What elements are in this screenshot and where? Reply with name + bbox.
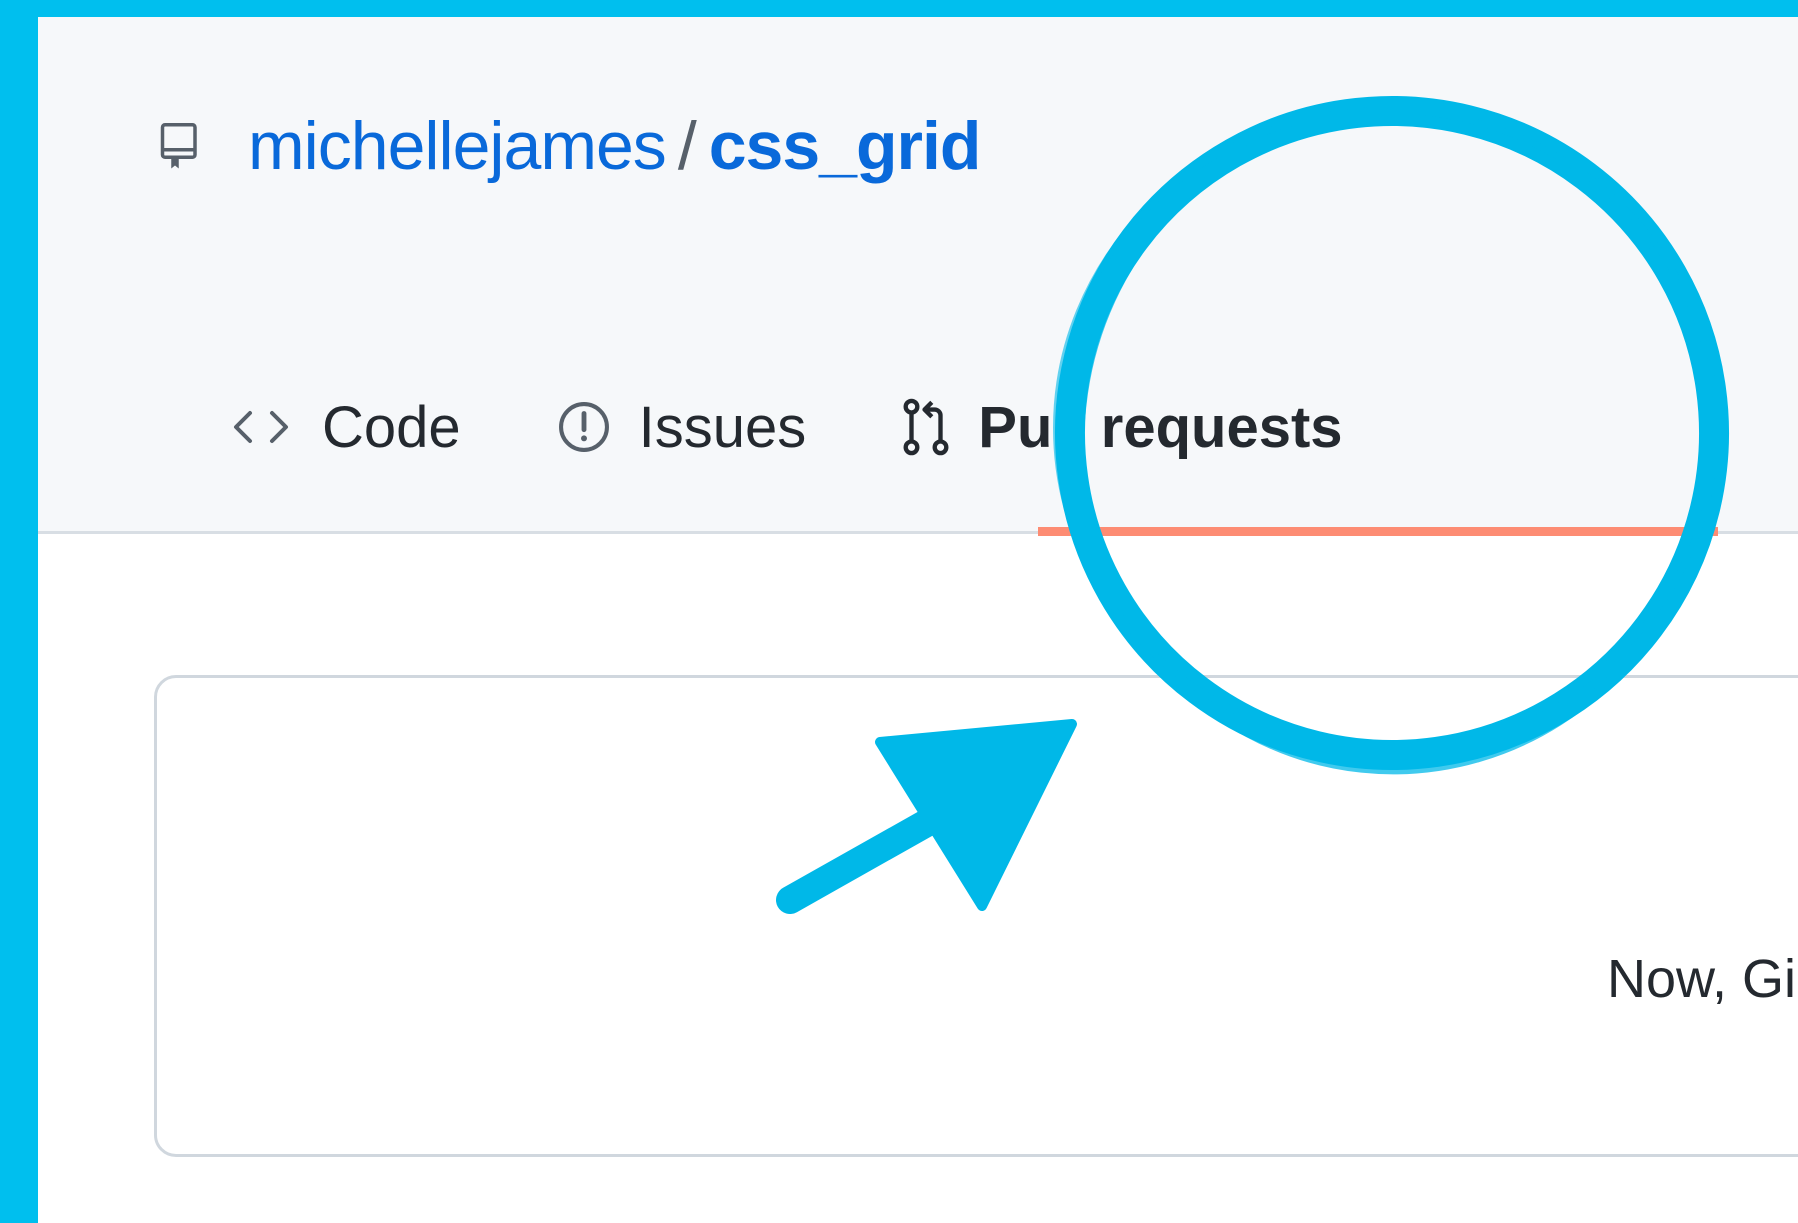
repo-header: michellejames / css_grid Code Issues Pul… xyxy=(38,17,1798,536)
repo-icon xyxy=(160,123,197,169)
git-pull-request-icon xyxy=(902,398,950,456)
tab-issues-label: Issues xyxy=(638,394,807,460)
github-repo-screen: michellejames / css_grid Code Issues Pul… xyxy=(38,17,1798,1223)
repo-nav-tabs: Code Issues Pull requests xyxy=(228,377,1439,477)
repo-owner-link[interactable]: michellejames xyxy=(248,101,667,191)
selected-tab-underline xyxy=(1038,527,1718,536)
blankslate-message: Now, Gi xyxy=(1607,949,1797,1009)
tab-issues[interactable]: Issues xyxy=(557,394,807,461)
repo-title: michellejames / css_grid xyxy=(160,101,982,191)
code-icon xyxy=(228,407,294,447)
repo-name-link[interactable]: css_grid xyxy=(709,101,982,191)
issue-opened-icon xyxy=(557,400,611,454)
tab-pull-requests-label: Pull requests xyxy=(978,394,1343,460)
tab-code-label: Code xyxy=(322,394,461,460)
tab-code[interactable]: Code xyxy=(228,394,461,461)
blankslate-panel: Now, Gi xyxy=(154,675,1798,1157)
tab-pull-requests[interactable]: Pull requests xyxy=(902,394,1343,461)
repo-path-separator: / xyxy=(677,108,697,184)
